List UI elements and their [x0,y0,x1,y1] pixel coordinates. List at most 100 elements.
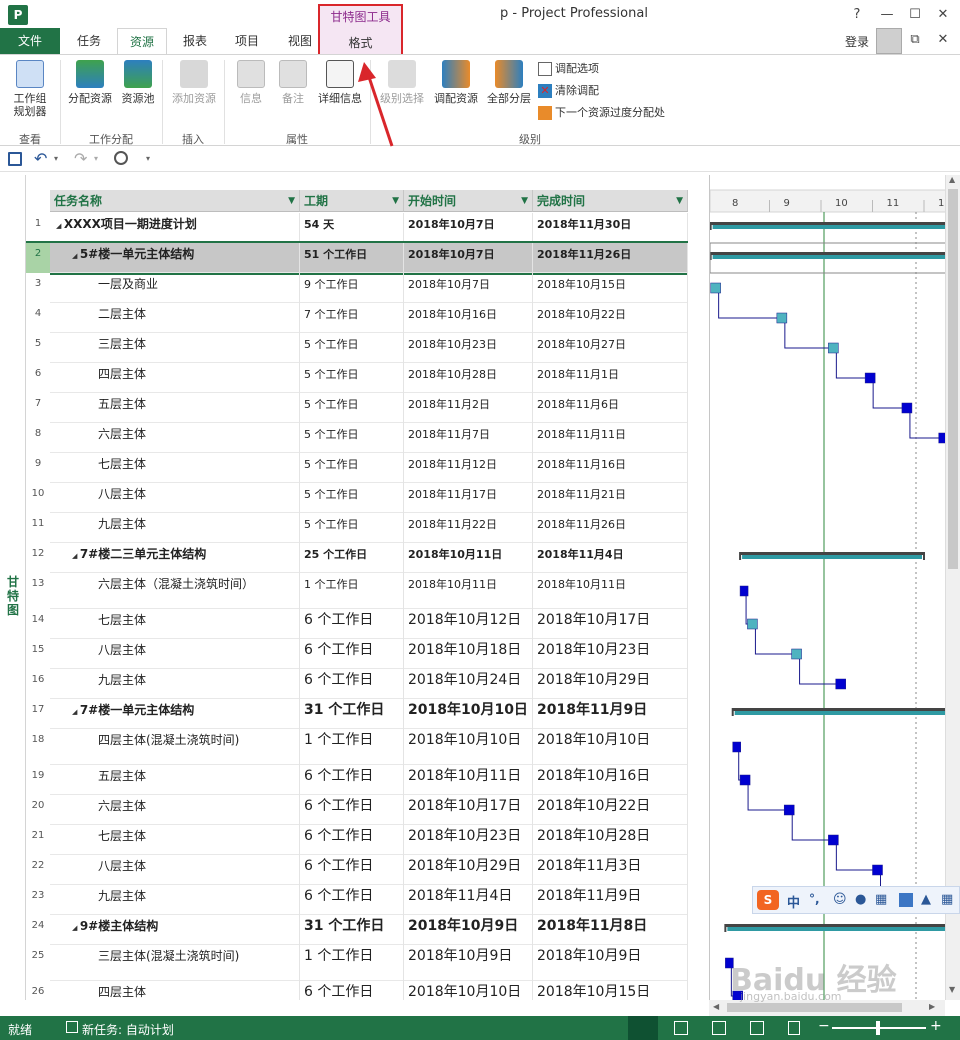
avatar[interactable] [876,28,902,54]
ime-mode-label[interactable]: 中 [787,892,800,911]
summary-progress[interactable] [734,711,945,715]
cell-name[interactable]: 四层主体(混凝土浇筑时间) [50,729,300,765]
table-row[interactable]: 14 七层主体 6 个工作日 2018年10月12日 2018年10月17日 [26,609,688,639]
cell-name[interactable]: 七层主体 [50,825,300,855]
summary-bar[interactable] [732,708,945,711]
table-row[interactable]: 15 八层主体 6 个工作日 2018年10月18日 2018年10月23日 [26,639,688,669]
undo-icon[interactable]: ↶ [34,149,47,168]
cell-duration[interactable]: 1 个工作日 [300,573,404,609]
cell-start[interactable]: 2018年10月12日 [404,609,533,639]
dependency-link[interactable] [909,413,939,439]
cell-name[interactable]: 三层主体(混凝土浇筑时间) [50,945,300,981]
cell-name[interactable]: ◢ XXXX项目一期进度计划 [50,213,300,243]
hscroll-thumb[interactable] [727,1003,902,1012]
cell-start[interactable]: 2018年10月7日 [404,213,533,243]
row-id[interactable]: 13 [26,573,50,609]
scroll-left-icon[interactable]: ◀ [713,1002,719,1011]
row-id[interactable]: 19 [26,765,50,795]
cell-start[interactable]: 2018年10月10日 [404,729,533,765]
cell-duration[interactable]: 5 个工作日 [300,393,404,423]
cell-start[interactable]: 2018年11月7日 [404,423,533,453]
sogou-s-icon[interactable]: S [757,890,779,910]
redo-dropdown-icon[interactable]: ▾ [94,154,98,163]
cell-duration[interactable]: 31 个工作日 [300,699,404,729]
customize-qat-icon[interactable]: ▾ [146,154,150,163]
table-row[interactable]: 10 八层主体 5 个工作日 2018年11月17日 2018年11月21日 [26,483,688,513]
scroll-thumb[interactable] [948,189,958,569]
cell-name[interactable]: 一层及商业 [50,273,300,303]
cell-duration[interactable]: 5 个工作日 [300,483,404,513]
row-id[interactable]: 12 [26,543,50,573]
cell-start[interactable]: 2018年10月7日 [404,243,533,273]
cell-start[interactable]: 2018年10月28日 [404,363,533,393]
table-row[interactable]: 24 ◢ 9#楼主体结构 31 个工作日 2018年10月9日 2018年11月8日 [26,915,688,945]
dependency-link[interactable] [754,629,792,655]
filter-dropdown-icon[interactable]: ▼ [288,190,295,212]
grid-menu-icon[interactable]: ▦ [941,892,953,907]
dependency-link[interactable] [791,815,829,841]
collapse-triangle-icon[interactable]: ◢ [72,924,80,932]
redo-icon[interactable]: ↷ [74,149,87,168]
collapse-triangle-icon[interactable]: ◢ [72,252,80,260]
row-id[interactable]: 25 [26,945,50,981]
information-button[interactable]: 信息 [234,60,268,105]
save-icon[interactable] [8,152,22,166]
minimize-button[interactable]: — [876,5,898,25]
team-planner-view-icon[interactable] [712,1021,726,1035]
task-bar[interactable] [776,312,788,324]
table-row[interactable]: 25 三层主体(混凝土浇筑时间) 1 个工作日 2018年10月9日 2018年10月9… [26,945,688,981]
task-bar[interactable] [901,402,913,414]
cell-name[interactable]: ◢ 9#楼主体结构 [50,915,300,945]
summary-bar[interactable] [710,252,945,255]
table-row[interactable]: 2 ◢ 5#楼一单元主体结构 51 个工作日 2018年10月7日 2018年11月26… [26,241,688,275]
cell-start[interactable]: 2018年10月10日 [404,699,533,729]
timescale-header[interactable] [710,189,945,213]
cell-name[interactable]: 五层主体 [50,765,300,795]
keyboard-icon[interactable]: ▦ [875,892,887,907]
cell-duration[interactable]: 5 个工作日 [300,453,404,483]
cell-start[interactable]: 2018年10月23日 [404,333,533,363]
cell-name[interactable]: 五层主体 [50,393,300,423]
row-id[interactable]: 3 [26,273,50,303]
cell-finish[interactable]: 2018年10月10日 [533,729,688,765]
cell-name[interactable]: ◢ 7#楼一单元主体结构 [50,699,300,729]
filter-dropdown-icon[interactable]: ▼ [392,190,399,212]
cell-finish[interactable]: 2018年10月17日 [533,609,688,639]
cell-duration[interactable]: 6 个工作日 [300,825,404,855]
cell-name[interactable]: 九层主体 [50,885,300,915]
cell-start[interactable]: 2018年11月22日 [404,513,533,543]
resource-pool-button[interactable]: 资源池 [118,60,158,105]
row-id[interactable]: 14 [26,609,50,639]
cell-name[interactable]: 六层主体（混凝土浇筑时间） [50,573,300,609]
dependency-link[interactable] [872,383,902,409]
row-id[interactable]: 5 [26,333,50,363]
task-usage-view-icon[interactable] [674,1021,688,1035]
cell-name[interactable]: 三层主体 [50,333,300,363]
cell-duration[interactable]: 6 个工作日 [300,765,404,795]
table-row[interactable]: 13 六层主体（混凝土浇筑时间） 1 个工作日 2018年10月11日 2018年10月… [26,573,688,609]
table-row[interactable]: 7 五层主体 5 个工作日 2018年11月2日 2018年11月6日 [26,393,688,423]
table-row[interactable]: 6 四层主体 5 个工作日 2018年10月28日 2018年11月1日 [26,363,688,393]
add-resources-button[interactable]: 添加资源 [168,60,220,105]
summary-progress[interactable] [712,225,945,229]
undo-dropdown-icon[interactable]: ▾ [54,154,58,163]
cell-duration[interactable]: 54 天 [300,213,404,243]
cell-finish[interactable]: 2018年10月22日 [533,795,688,825]
task-bar[interactable] [828,342,839,354]
skin-icon[interactable]: ▲ [921,892,931,907]
table-row[interactable]: 5 三层主体 5 个工作日 2018年10月23日 2018年10月27日 [26,333,688,363]
clear-leveling-button[interactable]: ✕ 清除调配 [538,82,599,100]
cell-finish[interactable]: 2018年11月26日 [533,513,688,543]
cell-start[interactable]: 2018年11月2日 [404,393,533,423]
cell-name[interactable]: ◢ 7#楼二三单元主体结构 [50,543,300,573]
cell-start[interactable]: 2018年10月18日 [404,639,533,669]
cell-finish[interactable]: 2018年10月11日 [533,573,688,609]
tab-file[interactable]: 文件 [0,28,60,54]
cell-finish[interactable]: 2018年11月9日 [533,885,688,915]
cell-name[interactable]: 九层主体 [50,669,300,699]
microphone-icon[interactable]: ● [855,892,866,907]
cell-duration[interactable]: 6 个工作日 [300,855,404,885]
cell-start[interactable]: 2018年10月11日 [404,765,533,795]
table-row[interactable]: 21 七层主体 6 个工作日 2018年10月23日 2018年10月28日 [26,825,688,855]
zoom-in-icon[interactable]: + [930,1018,942,1034]
